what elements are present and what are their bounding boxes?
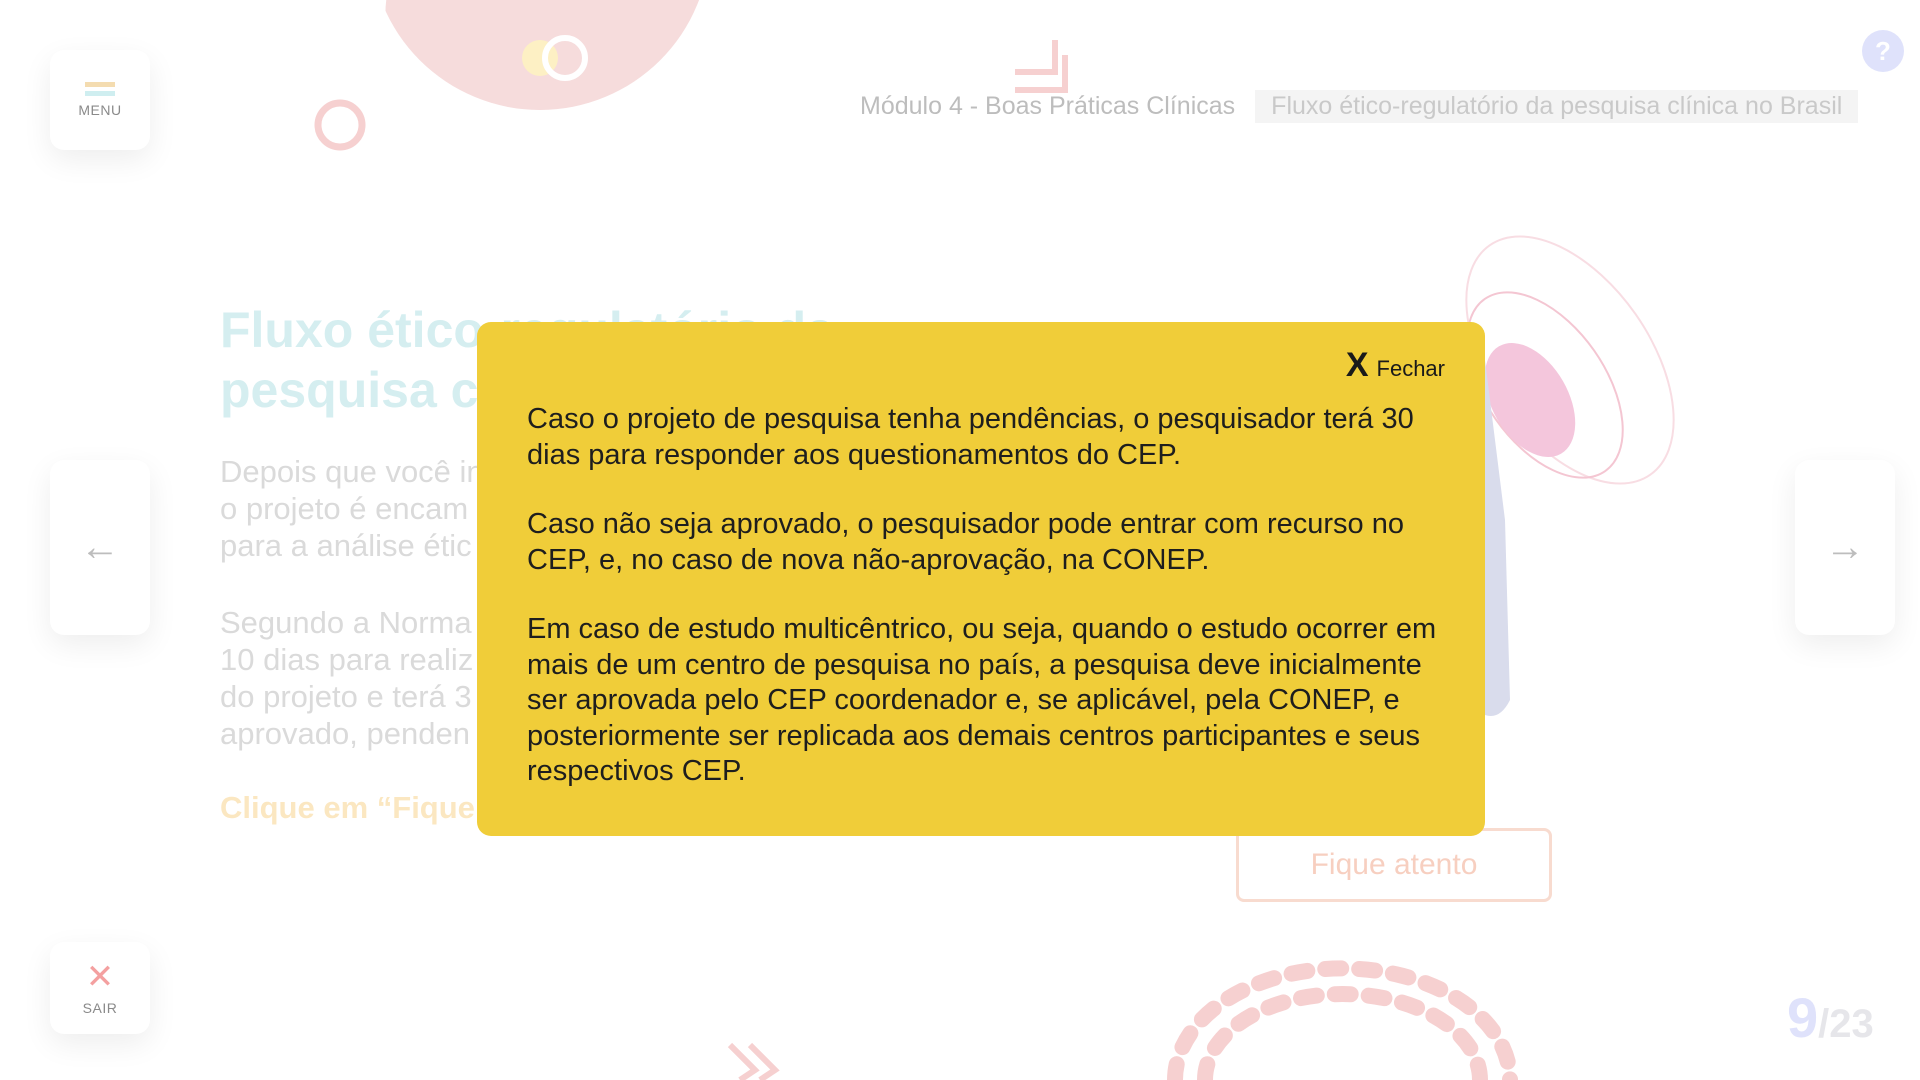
help-button[interactable]: ? <box>1862 30 1904 72</box>
body-line: do projeto e terá 3 <box>220 679 472 714</box>
arrow-left-icon: ← <box>80 525 120 569</box>
menu-label: MENU <box>78 102 122 118</box>
close-label: Fechar <box>1376 355 1445 381</box>
menu-icon <box>85 82 115 96</box>
modal-paragraph: Caso o projeto de pesquisa tenha pendênc… <box>527 403 1414 471</box>
arrow-right-icon: → <box>1825 525 1865 569</box>
body-line: aprovado, penden <box>220 716 470 751</box>
body-paragraph-2: Segundo a Norma 10 dias para realiz do p… <box>220 604 473 752</box>
close-button[interactable]: X Fechar <box>1346 346 1445 385</box>
header: Módulo 4 - Boas Práticas Clínicas Fluxo … <box>860 90 1859 123</box>
close-icon: X <box>1345 346 1369 384</box>
pagination: 9 /23 <box>1787 985 1874 1050</box>
info-modal: X Fechar Caso o projeto de pesquisa tenh… <box>477 322 1485 836</box>
exit-button[interactable]: ✕ SAIR <box>50 942 150 1034</box>
topic-title: Fluxo ético-regulatório da pesquisa clín… <box>1255 90 1859 123</box>
close-x-icon: ✕ <box>85 958 115 996</box>
modal-paragraph: Caso não seja aprovado, o pesquisador po… <box>527 508 1404 576</box>
cta-text: Clique em “Fique <box>220 790 475 825</box>
page-total: /23 <box>1818 1002 1874 1046</box>
modal-paragraph: Em caso de estudo multicêntrico, ou seja… <box>527 613 1437 787</box>
page-current: 9 <box>1787 986 1819 1049</box>
question-icon: ? <box>1875 35 1891 66</box>
body-line: para a análise étic <box>220 528 472 563</box>
exit-label: SAIR <box>82 1000 118 1016</box>
prev-button[interactable]: ← <box>50 460 150 635</box>
body-line: o projeto é encam <box>220 491 469 526</box>
fique-atento-button[interactable]: Fique atento <box>1236 828 1552 902</box>
body-line: 10 dias para realiz <box>220 642 474 677</box>
body-line: Segundo a Norma <box>220 605 472 640</box>
next-button[interactable]: → <box>1795 460 1895 635</box>
body-line: Depois que você in <box>220 454 484 489</box>
body-paragraph-1: Depois que você in o projeto é encam par… <box>220 453 484 564</box>
module-title: Módulo 4 - Boas Práticas Clínicas <box>860 92 1236 120</box>
menu-button[interactable]: MENU <box>50 50 150 150</box>
